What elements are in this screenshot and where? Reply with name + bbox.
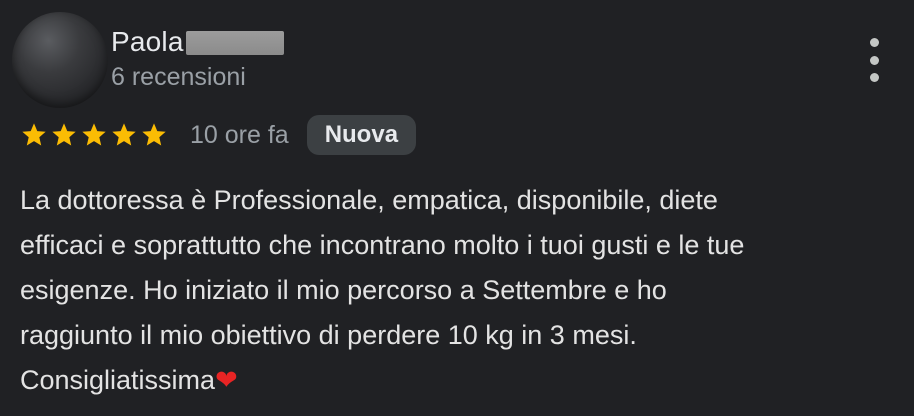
star-icon: [110, 121, 138, 149]
review-text: La dottoressa è Professionale, empatica,…: [20, 178, 900, 403]
star-rating: [20, 121, 168, 149]
heart-icon: ❤: [215, 365, 238, 396]
more-vert-icon-dot: [869, 55, 879, 65]
more-vert-icon: [869, 38, 879, 47]
review-card: Paola 6 recensioni 10 ore fa Nuova La do…: [0, 0, 914, 416]
star-icon: [20, 121, 48, 149]
more-vert-icon-dot: [869, 73, 879, 82]
review-time: 10 ore fa: [190, 120, 289, 149]
review-meta: 10 ore fa Nuova: [20, 114, 417, 156]
review-text-line: raggiunto il mio obiettivo di perdere 10…: [20, 320, 637, 350]
review-text-last: Consigliatissima: [20, 365, 216, 395]
star-icon: [50, 121, 78, 149]
author-name[interactable]: Paola: [111, 26, 184, 58]
review-text-line-last: Consigliatissima❤: [20, 358, 900, 403]
more-options-button[interactable]: [860, 38, 888, 82]
star-icon: [140, 121, 168, 149]
avatar[interactable]: [12, 12, 108, 108]
author-row: Paola: [111, 25, 284, 59]
author-reviews-count: 6 recensioni: [111, 63, 246, 91]
new-badge: Nuova: [306, 115, 417, 155]
review-text-line: efficaci e soprattutto che incontrano mo…: [20, 230, 745, 260]
star-icon: [80, 121, 108, 149]
redacted-surname: [185, 31, 284, 55]
review-text-line: La dottoressa è Professionale, empatica,…: [20, 185, 718, 215]
review-text-line: esigenze. Ho iniziato il mio percorso a …: [20, 275, 667, 305]
